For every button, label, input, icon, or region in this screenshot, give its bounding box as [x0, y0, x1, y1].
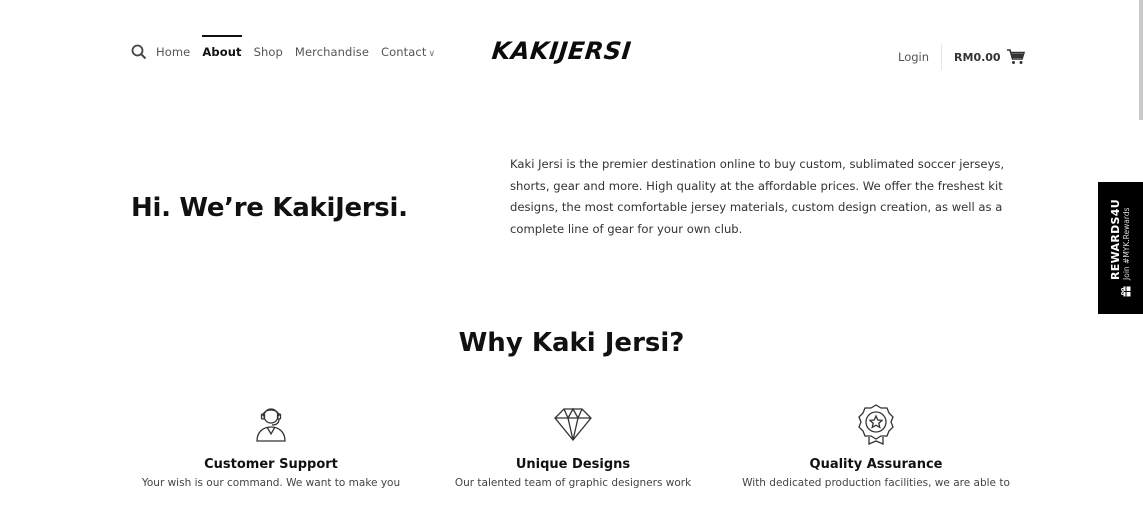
diamond-icon [551, 402, 595, 446]
feature-quality-assurance: Quality Assurance With dedicated product… [726, 402, 1026, 489]
nav-about[interactable]: About [202, 35, 242, 59]
award-badge-icon [854, 402, 898, 446]
cart-icon[interactable] [1006, 49, 1025, 65]
site-header: Home About Shop Merchandise Contact ∨ KAK… [0, 0, 1143, 100]
feature-text: Our talented team of graphic designers w… [454, 477, 692, 489]
feature-title: Quality Assurance [809, 457, 943, 472]
search-icon[interactable] [131, 44, 147, 60]
feature-title: Unique Designs [515, 457, 631, 472]
header-account: Login RM0.00 [898, 44, 1025, 70]
nav-contact[interactable]: Contact ∨ [381, 45, 435, 59]
cart-total[interactable]: RM0.00 [954, 51, 1001, 64]
intro-title: Hi. We’re KakiJersi. [131, 193, 408, 223]
intro-description: Kaki Jersi is the premier destination on… [510, 157, 1005, 236]
rewards-subtitle: Join #MYK.Rewards [1121, 207, 1131, 280]
main-nav: Home About Shop Merchandise Contact ∨ [131, 35, 447, 60]
nav-home[interactable]: Home [156, 45, 190, 59]
feature-title: Customer Support [204, 457, 338, 472]
feature-text: Your wish is our command. We want to mak… [141, 477, 401, 489]
rewards-tab[interactable]: REWARDS4U Join #MYK.Rewards [1098, 182, 1143, 314]
login-link[interactable]: Login [898, 50, 929, 64]
feature-unique-designs: Unique Designs Our talented team of grap… [423, 402, 723, 489]
rewards-title: REWARDS4U [1108, 199, 1122, 280]
chevron-down-icon: ∨ [428, 49, 436, 59]
nav-contact-label: Contact [381, 45, 427, 59]
page-scrollbar[interactable] [1139, 0, 1143, 120]
headset-support-icon [249, 402, 293, 446]
feature-customer-support: Customer Support Your wish is our comman… [121, 402, 421, 489]
nav-shop[interactable]: Shop [254, 45, 283, 59]
site-logo[interactable]: KAKIJERSI [491, 37, 633, 65]
nav-merchandise[interactable]: Merchandise [295, 45, 369, 59]
header-divider [941, 44, 943, 70]
gift-icon [1115, 286, 1130, 297]
section-title-why: Why Kaki Jersi? [458, 328, 685, 358]
feature-text: With dedicated production facilities, we… [742, 477, 1010, 489]
